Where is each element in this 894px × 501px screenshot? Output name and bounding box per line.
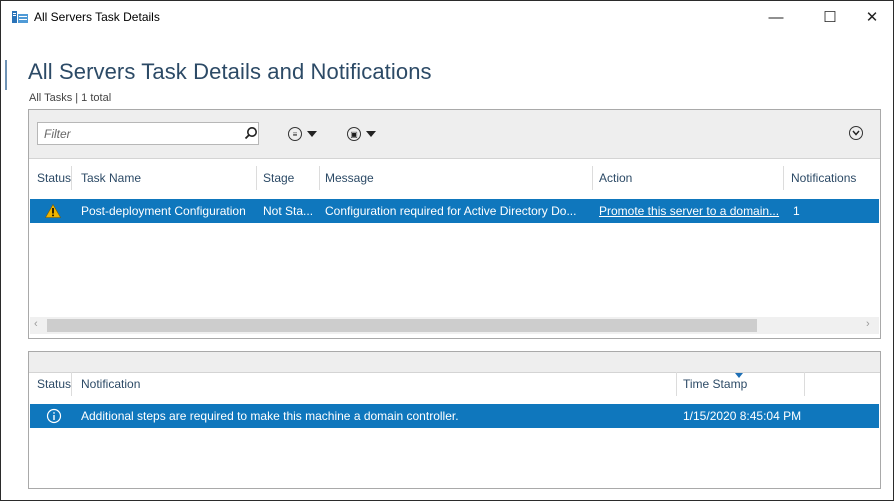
maximize-button[interactable]: ☐ bbox=[807, 1, 853, 33]
list-options-button[interactable]: ≡ bbox=[288, 124, 317, 144]
title-bar: All Servers Task Details — ☐ ✕ bbox=[1, 1, 893, 33]
column-divider[interactable] bbox=[319, 166, 320, 190]
column-divider[interactable] bbox=[71, 166, 72, 190]
time-stamp-cell: 1/15/2020 8:45:04 PM bbox=[683, 409, 802, 423]
warning-icon bbox=[45, 204, 61, 218]
column-divider[interactable] bbox=[783, 166, 784, 190]
chevron-down-icon bbox=[307, 131, 317, 137]
notifications-toolbar bbox=[29, 352, 880, 373]
minimize-button[interactable]: — bbox=[753, 1, 799, 33]
column-header-task-name[interactable]: Task Name bbox=[81, 166, 251, 190]
column-header-message[interactable]: Message bbox=[325, 166, 585, 190]
list-options-icon: ≡ bbox=[288, 127, 302, 141]
action-link[interactable]: Promote this server to a domain... bbox=[599, 199, 785, 223]
server-manager-icon bbox=[12, 11, 28, 23]
column-divider[interactable] bbox=[71, 372, 72, 396]
chevron-left-icon[interactable]: ‹ bbox=[34, 318, 38, 330]
tasks-pane: ≡ ▣ Status Task Name Stage Message Actio… bbox=[28, 109, 881, 339]
tasks-grid-header: Status Task Name Stage Message Action No… bbox=[29, 166, 880, 190]
column-divider[interactable] bbox=[676, 372, 677, 396]
chevron-down-icon bbox=[366, 131, 376, 137]
task-count: All Tasks | 1 total bbox=[29, 92, 112, 104]
search-icon[interactable] bbox=[244, 126, 258, 140]
notifications-pane: Status Notification Time Stamp Additiona… bbox=[28, 351, 881, 489]
table-row[interactable]: Post-deployment Configuration Not Sta...… bbox=[30, 199, 879, 223]
stage-cell: Not Sta... bbox=[263, 204, 314, 218]
notification-cell: Additional steps are required to make th… bbox=[81, 409, 459, 423]
column-divider[interactable] bbox=[804, 372, 805, 396]
scrollbar-thumb[interactable] bbox=[47, 319, 757, 332]
horizontal-scrollbar[interactable]: ‹ › bbox=[30, 317, 879, 334]
column-header-status[interactable]: Status bbox=[37, 372, 73, 396]
expand-icon[interactable] bbox=[849, 126, 863, 140]
save-icon: ▣ bbox=[347, 127, 361, 141]
notifications-grid-header: Status Notification Time Stamp bbox=[29, 372, 880, 396]
task-name-cell: Post-deployment Configuration bbox=[81, 204, 246, 218]
task-details-window: All Servers Task Details — ☐ ✕ All Serve… bbox=[0, 0, 894, 501]
close-button[interactable]: ✕ bbox=[849, 1, 894, 33]
save-query-button[interactable]: ▣ bbox=[347, 124, 376, 144]
column-header-time-stamp[interactable]: Time Stamp bbox=[683, 372, 793, 396]
column-header-notification[interactable]: Notification bbox=[81, 372, 581, 396]
column-header-notifications[interactable]: Notifications bbox=[791, 166, 877, 190]
column-divider[interactable] bbox=[592, 166, 593, 190]
filter-input[interactable] bbox=[38, 123, 234, 144]
accent-bar bbox=[5, 60, 7, 90]
table-row[interactable]: Additional steps are required to make th… bbox=[30, 404, 879, 428]
page-title: All Servers Task Details and Notificatio… bbox=[28, 59, 432, 84]
notifications-count-cell: 1 bbox=[793, 204, 800, 218]
message-cell: Configuration required for Active Direct… bbox=[325, 204, 577, 218]
tasks-toolbar: ≡ ▣ bbox=[29, 110, 880, 159]
filter-box bbox=[37, 122, 259, 145]
window-title: All Servers Task Details bbox=[34, 10, 160, 24]
info-icon bbox=[46, 408, 62, 424]
column-divider[interactable] bbox=[256, 166, 257, 190]
chevron-right-icon[interactable]: › bbox=[866, 318, 870, 330]
column-header-stage[interactable]: Stage bbox=[263, 166, 313, 190]
column-header-action[interactable]: Action bbox=[599, 166, 779, 190]
column-header-status[interactable]: Status bbox=[37, 166, 73, 190]
